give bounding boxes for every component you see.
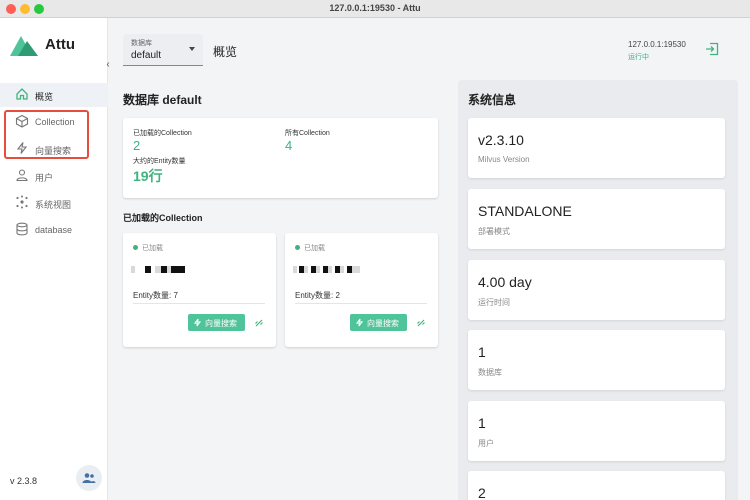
- users-icon: [82, 473, 96, 483]
- system-info-value: 4.00 day: [478, 274, 532, 290]
- lightning-icon: [193, 318, 202, 327]
- system-info-label: 数据库: [478, 368, 502, 377]
- window-title: 127.0.0.1:19530 - Attu: [329, 3, 421, 13]
- sidebar-item-overview[interactable]: 概览: [0, 83, 108, 107]
- system-info-panel: 系统信息 v2.3.10 Milvus Version STANDALONE 部…: [458, 80, 738, 500]
- system-info-value: STANDALONE: [478, 203, 572, 219]
- home-icon: [16, 88, 28, 100]
- collapse-sidebar-button[interactable]: ‹: [102, 58, 114, 72]
- sidebar-item-system-view[interactable]: 系统视图: [0, 191, 108, 215]
- loaded-collections-value: 2: [133, 138, 141, 153]
- system-info-card: 4.00 day 运行时间: [468, 260, 725, 320]
- entity-count-label: 大约的Entity数量: [133, 158, 186, 165]
- system-info-label: Milvus Version: [478, 155, 530, 164]
- system-info-value: v2.3.10: [478, 132, 524, 148]
- collection-state: 已加载: [142, 245, 163, 252]
- collection-card[interactable]: 已加载 Entity数量: 7 向量搜索: [123, 233, 276, 347]
- entity-count: Entity数量: 2: [295, 291, 340, 300]
- system-info-card: 2: [468, 471, 725, 500]
- loaded-collections-label: 已加载的Collection: [133, 130, 192, 137]
- system-info-card: 1 用户: [468, 401, 725, 461]
- server-address: 127.0.0.1:19530: [628, 40, 686, 49]
- vector-search-button-label: 向量搜索: [205, 319, 237, 328]
- sidebar: Attu ‹ 概览 Collection 向量搜索 用户 系统视图 databa…: [0, 18, 110, 500]
- database-select-label: 数据库: [131, 40, 152, 47]
- lightning-icon: [355, 318, 364, 327]
- system-info-card: STANDALONE 部署模式: [468, 189, 725, 249]
- vector-search-button[interactable]: 向量搜索: [350, 314, 407, 331]
- all-collections-label: 所有Collection: [285, 130, 330, 137]
- system-info-heading: 系统信息: [468, 93, 517, 107]
- entity-count-value: 19行: [133, 168, 163, 184]
- system-info-label: 部署模式: [478, 227, 510, 236]
- page-title: 概览: [213, 45, 238, 59]
- loaded-status-dot: [133, 245, 138, 250]
- app-name: Attu: [45, 36, 75, 53]
- database-stats-card: 已加载的Collection 2 所有Collection 4 大约的Entit…: [123, 118, 438, 198]
- highlight-annotation: [4, 110, 89, 159]
- network-icon: [16, 195, 28, 209]
- system-info-card: v2.3.10 Milvus Version: [468, 118, 725, 178]
- sidebar-item-database[interactable]: database: [0, 218, 108, 242]
- sidebar-item-users[interactable]: 用户: [0, 164, 108, 188]
- entity-count: Entity数量: 7: [133, 291, 178, 300]
- attu-logo-icon: [10, 36, 38, 56]
- loaded-collections-heading: 已加载的Collection: [123, 213, 203, 223]
- release-icon[interactable]: [416, 318, 426, 328]
- database-select[interactable]: 数据库 default: [123, 34, 203, 66]
- system-info-value: 1: [478, 415, 486, 431]
- system-info-label: 运行时间: [478, 298, 510, 307]
- user-menu-button[interactable]: [76, 465, 102, 491]
- system-info-label: 用户: [478, 439, 494, 448]
- collection-card[interactable]: 已加载 Entity数量: 2 向量搜索: [285, 233, 438, 347]
- logout-icon[interactable]: [705, 42, 719, 56]
- release-icon[interactable]: [254, 318, 264, 328]
- system-info-card: 1 数据库: [468, 330, 725, 390]
- app-version: v 2.3.8: [10, 476, 38, 486]
- database-heading: 数据库 default: [123, 93, 202, 107]
- server-status: 运行中: [628, 54, 649, 61]
- card-divider: [133, 303, 265, 304]
- all-collections-value: 4: [285, 138, 293, 153]
- vector-search-button-label: 向量搜索: [367, 319, 399, 328]
- chevron-down-icon: [189, 47, 195, 51]
- window-titlebar: 127.0.0.1:19530 - Attu: [0, 0, 750, 18]
- user-icon: [16, 169, 28, 182]
- card-divider: [295, 303, 427, 304]
- system-info-value: 2: [478, 485, 486, 500]
- loaded-status-dot: [295, 245, 300, 250]
- sidebar-item-label: 用户: [35, 173, 54, 183]
- database-icon: [16, 222, 28, 236]
- sidebar-item-label: database: [35, 225, 73, 235]
- sidebar-item-label: 系统视图: [35, 200, 72, 210]
- vector-search-button[interactable]: 向量搜索: [188, 314, 245, 331]
- collection-state: 已加载: [304, 245, 325, 252]
- database-select-value: default: [131, 50, 162, 61]
- sidebar-item-label: 概览: [35, 92, 54, 102]
- system-info-value: 1: [478, 344, 486, 360]
